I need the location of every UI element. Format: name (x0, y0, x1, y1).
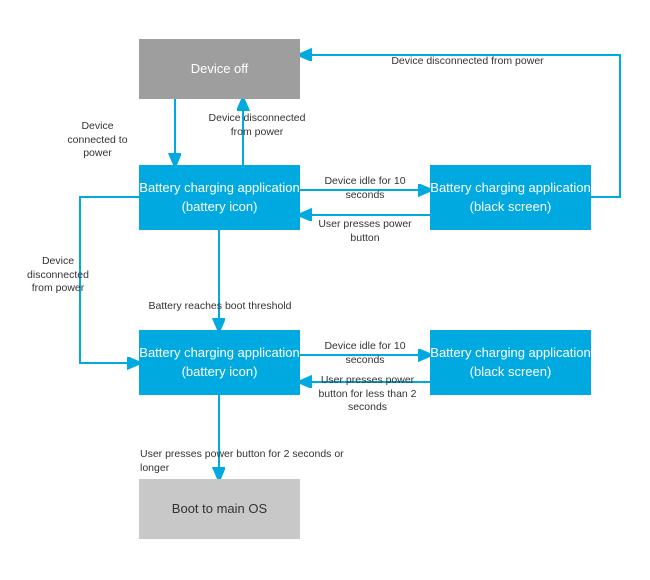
battery2-icon-box: Battery charging application(battery ico… (139, 330, 300, 395)
battery2-black-box: Battery charging application(black scree… (430, 330, 591, 395)
label-idle-10s-2: Device idle for 10 seconds (305, 340, 425, 367)
device-off-label: Device off (191, 60, 249, 78)
label-connected-to-power: Device connected to power (60, 120, 135, 161)
battery2-black-label: Battery charging application(black scree… (430, 344, 590, 380)
label-disconnected-left: Device disconnected from power (18, 255, 98, 296)
label-disconnected1: Device disconnected from power (207, 112, 307, 139)
label-disconnected-top: Device disconnected from power (370, 55, 565, 69)
battery1-black-label: Battery charging application(black scree… (430, 179, 590, 215)
battery2-icon-label: Battery charging application(battery ico… (139, 344, 299, 380)
battery1-icon-label: Battery charging application(battery ico… (139, 179, 299, 215)
battery1-icon-box: Battery charging application(battery ico… (139, 165, 300, 230)
label-idle-10s-1: Device idle for 10 seconds (305, 175, 425, 202)
diagram: Device off Battery charging application(… (0, 0, 650, 580)
label-power-btn-2: User presses power button for less than … (305, 374, 430, 415)
boot-main-os-box: Boot to main OS (139, 479, 300, 539)
label-boot-long: User presses power button for 2 seconds … (140, 448, 360, 475)
label-power-btn-1: User presses power button (305, 218, 425, 245)
label-boot-threshold: Battery reaches boot threshold (140, 300, 300, 314)
boot-main-label: Boot to main OS (172, 500, 267, 518)
device-off-box: Device off (139, 39, 300, 99)
battery1-black-box: Battery charging application(black scree… (430, 165, 591, 230)
